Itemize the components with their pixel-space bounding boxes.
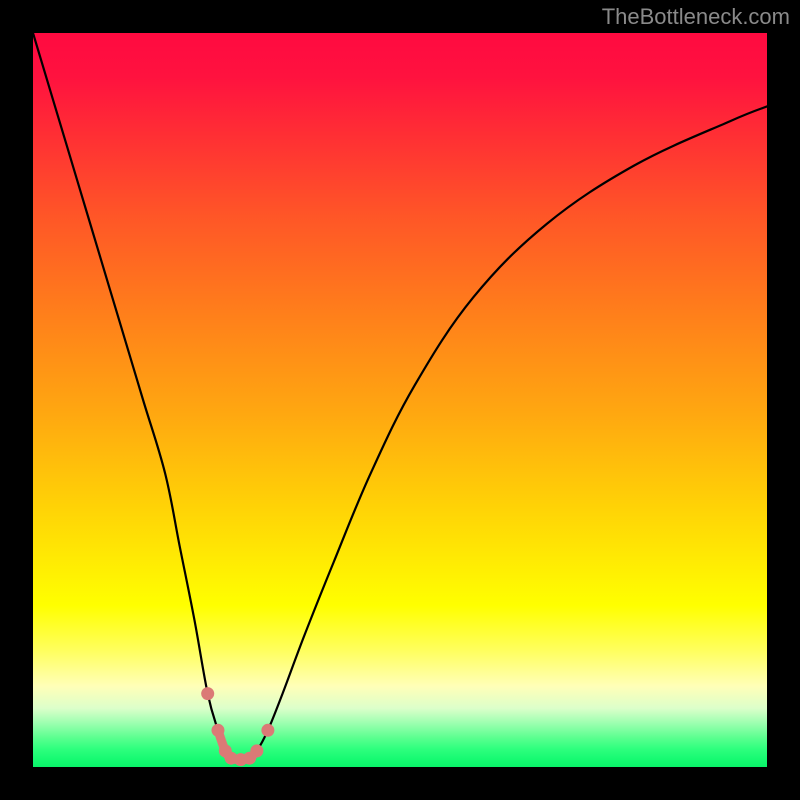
chart-container: TheBottleneck.com xyxy=(0,0,800,800)
marker-dot xyxy=(201,687,214,700)
curve-left-branch xyxy=(33,33,231,758)
curves-svg xyxy=(33,33,767,767)
minimum-markers xyxy=(201,687,274,766)
marker-dot xyxy=(250,744,263,757)
marker-dot xyxy=(261,724,274,737)
curve-right-branch xyxy=(250,106,767,758)
watermark-text: TheBottleneck.com xyxy=(602,4,790,30)
marker-dot xyxy=(211,724,224,737)
plot-area xyxy=(33,33,767,767)
